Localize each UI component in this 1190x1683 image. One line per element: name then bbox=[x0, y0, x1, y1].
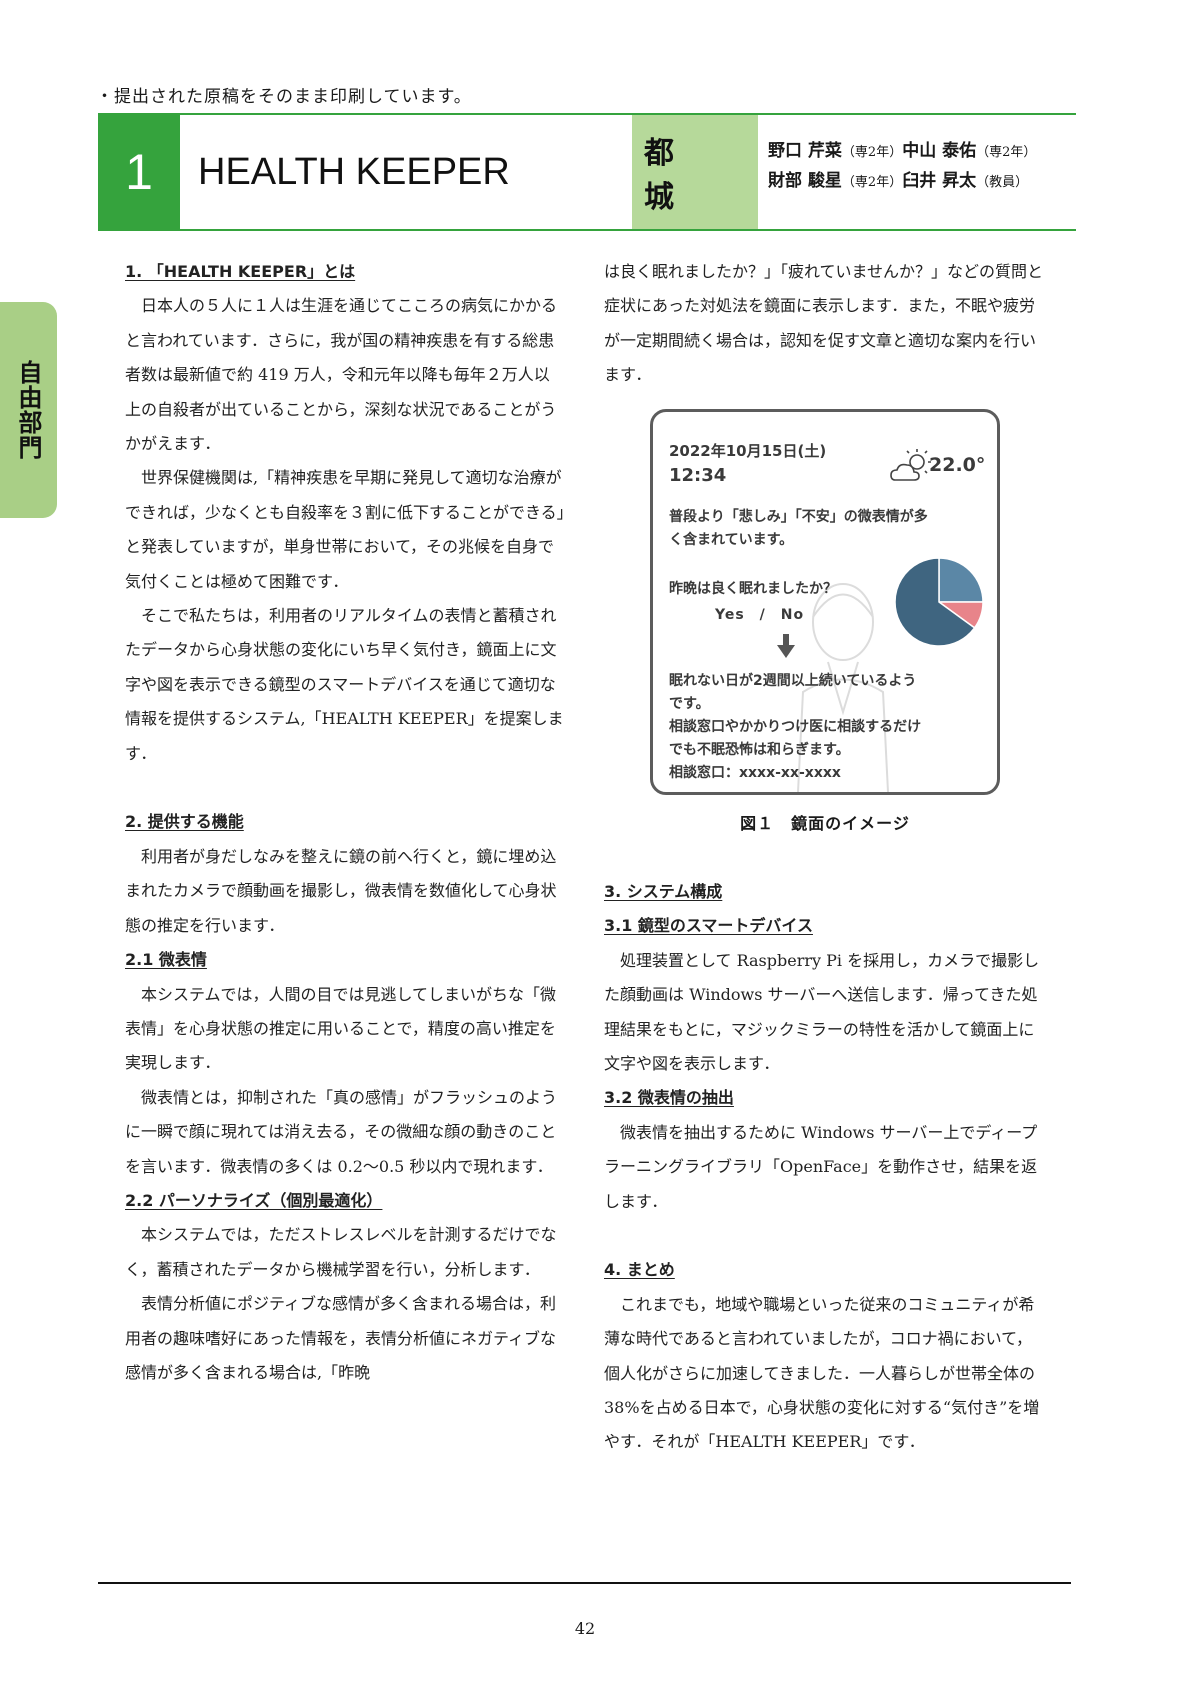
right-column-top: は良く眠れましたか？」「疲れていませんか？」などの質問と症状にあった対処法を鏡面… bbox=[604, 255, 1044, 393]
footer-rule bbox=[98, 1582, 1071, 1584]
body-paragraph: 処理装置として Raspberry Pi を採用し，カメラで撮影した顔動画は W… bbox=[604, 950, 1040, 1074]
body-paragraph: 微表情を抽出するために Windows サーバー上でディープラーニングライブラリ… bbox=[604, 1122, 1038, 1211]
mirror-question: 昨晩は良く眠れましたか？ bbox=[669, 581, 837, 597]
author-role: （専2年） bbox=[841, 175, 903, 190]
section-heading: 4. まとめ bbox=[604, 1260, 675, 1280]
author-row: 財部 駿星（専2年）臼井 昇太（教員） bbox=[768, 167, 1076, 197]
mirror-answer-options: Yes / No bbox=[715, 607, 805, 623]
category-label: 自由部門 bbox=[14, 360, 42, 460]
section-heading: 2.2 パーソナライズ（個別最適化） bbox=[125, 1190, 383, 1210]
school-name: 都 城 bbox=[632, 115, 758, 229]
body-paragraph: は良く眠れましたか？」「疲れていませんか？」などの質問と症状にあった対処法を鏡面… bbox=[604, 262, 1044, 385]
author-list: 野口 芹菜（専2年）中山 泰佑（専2年） 財部 駿星（専2年）臼井 昇太（教員） bbox=[768, 137, 1076, 197]
advice-line: 眠れない日が2週間以上続いているよう bbox=[669, 673, 917, 689]
body-paragraph: 表情分析値にポジティブな感情が多く含まれる場合は，利用者の趣味嗜好にあった情報を… bbox=[125, 1294, 557, 1382]
body-paragraph: そこで私たちは，利用者のリアルタイムの表情と蓄積されたデータから心身状態の変化に… bbox=[125, 606, 564, 763]
left-column: 1. 「HEALTH KEEPER」とは日本人の５人に１人は生涯を通じてこころの… bbox=[125, 255, 565, 1390]
author-name: 中山 泰佑 bbox=[902, 141, 977, 161]
advice-line: 相談窓口：xxxx-xx-xxxx bbox=[669, 765, 841, 781]
advice-line: です。 bbox=[669, 696, 710, 712]
right-column-bottom: 3. システム構成 3.1 鏡型のスマートデバイス処理装置として Raspberr… bbox=[604, 875, 1044, 1460]
advice-line: でも不眠恐怖は和らぎます。 bbox=[669, 742, 850, 758]
author-name: 財部 駿星 bbox=[768, 171, 842, 191]
category-side-tab: 自由部門 bbox=[0, 302, 57, 518]
emotion-pie-chart bbox=[894, 557, 984, 647]
advice-line: 相談窓口やかかりつけ医に相談するだけ bbox=[669, 719, 922, 735]
body-paragraph: 本システムでは，人間の目では見逃してしまいがちな「微表情」を心身状態の推定に用い… bbox=[125, 984, 557, 1073]
mirror-message-advice: 眠れない日が2週間以上続いているよう です。 相談窓口やかかりつけ医に相談するだ… bbox=[669, 670, 985, 785]
author-name: 野口 芹菜 bbox=[768, 141, 842, 161]
section-heading: 2. 提供する機能 bbox=[125, 812, 244, 832]
body-paragraph: これまでも，地域や職場といった従来のコミュニティが希薄な時代であると言われていま… bbox=[604, 1294, 1040, 1452]
article-header: 1 HEALTH KEEPER 都 城 野口 芹菜（専2年）中山 泰佑（専2年）… bbox=[98, 113, 1076, 231]
author-role: （専2年） bbox=[841, 145, 903, 160]
mirror-date: 2022年10月15日(土) bbox=[669, 442, 827, 460]
pie-slice bbox=[938, 557, 984, 603]
arrow-down-icon bbox=[777, 634, 795, 658]
body-paragraph: 微表情とは，抑制された「真の感情」がフラッシュのように一瞬で顔に現れては消え去る… bbox=[125, 1087, 558, 1176]
section-heading: 3. システム構成 bbox=[604, 882, 723, 901]
author-role: （専2年） bbox=[976, 145, 1037, 160]
mirror-message-emotion: 普段より「悲しみ」「不安」の微表情が多く含まれています。 bbox=[669, 509, 928, 548]
section-heading: 1. 「HEALTH KEEPER」とは bbox=[125, 262, 356, 281]
partly-cloudy-icon bbox=[890, 449, 931, 481]
section-heading: 3.2 微表情の抽出 bbox=[604, 1088, 734, 1108]
body-paragraph: 利用者が身だしなみを整えに鏡の前へ行くと，鏡に埋め込まれたカメラで顔動画を撮影し… bbox=[125, 846, 557, 935]
figure-caption: 図１ 鏡面のイメージ bbox=[740, 814, 910, 833]
author-name: 臼井 昇太 bbox=[902, 171, 977, 191]
print-notice: ・提出された原稿をそのまま印刷しています。 bbox=[96, 87, 472, 107]
author-role: （教員） bbox=[976, 175, 1029, 190]
section-heading: 2.1 微表情 bbox=[125, 950, 207, 970]
author-row: 野口 芹菜（専2年）中山 泰佑（専2年） bbox=[768, 137, 1076, 167]
mirror-temperature: 22.0° bbox=[929, 454, 986, 476]
body-paragraph: 本システムでは，ただストレスレベルを計測するだけでなく，蓄積されたデータから機械… bbox=[125, 1225, 557, 1279]
body-paragraph: 日本人の５人に１人は生涯を通じてこころの病気にかかると言われています．さらに，我… bbox=[125, 296, 558, 454]
mirror-display-figure: 2022年10月15日(土) 12:34 22.0° 普段より「悲しみ」「不安」… bbox=[650, 409, 1000, 795]
body-paragraph: 世界保健機関は,「精神疾患を早期に発見して適切な治療ができれば，少なくとも自殺率… bbox=[125, 468, 565, 591]
article-number: 1 bbox=[98, 115, 180, 229]
article-title: HEALTH KEEPER bbox=[198, 150, 510, 193]
page-number: 42 bbox=[574, 1619, 596, 1638]
mirror-time: 12:34 bbox=[669, 465, 727, 486]
section-heading: 3.1 鏡型のスマートデバイス bbox=[604, 916, 813, 936]
